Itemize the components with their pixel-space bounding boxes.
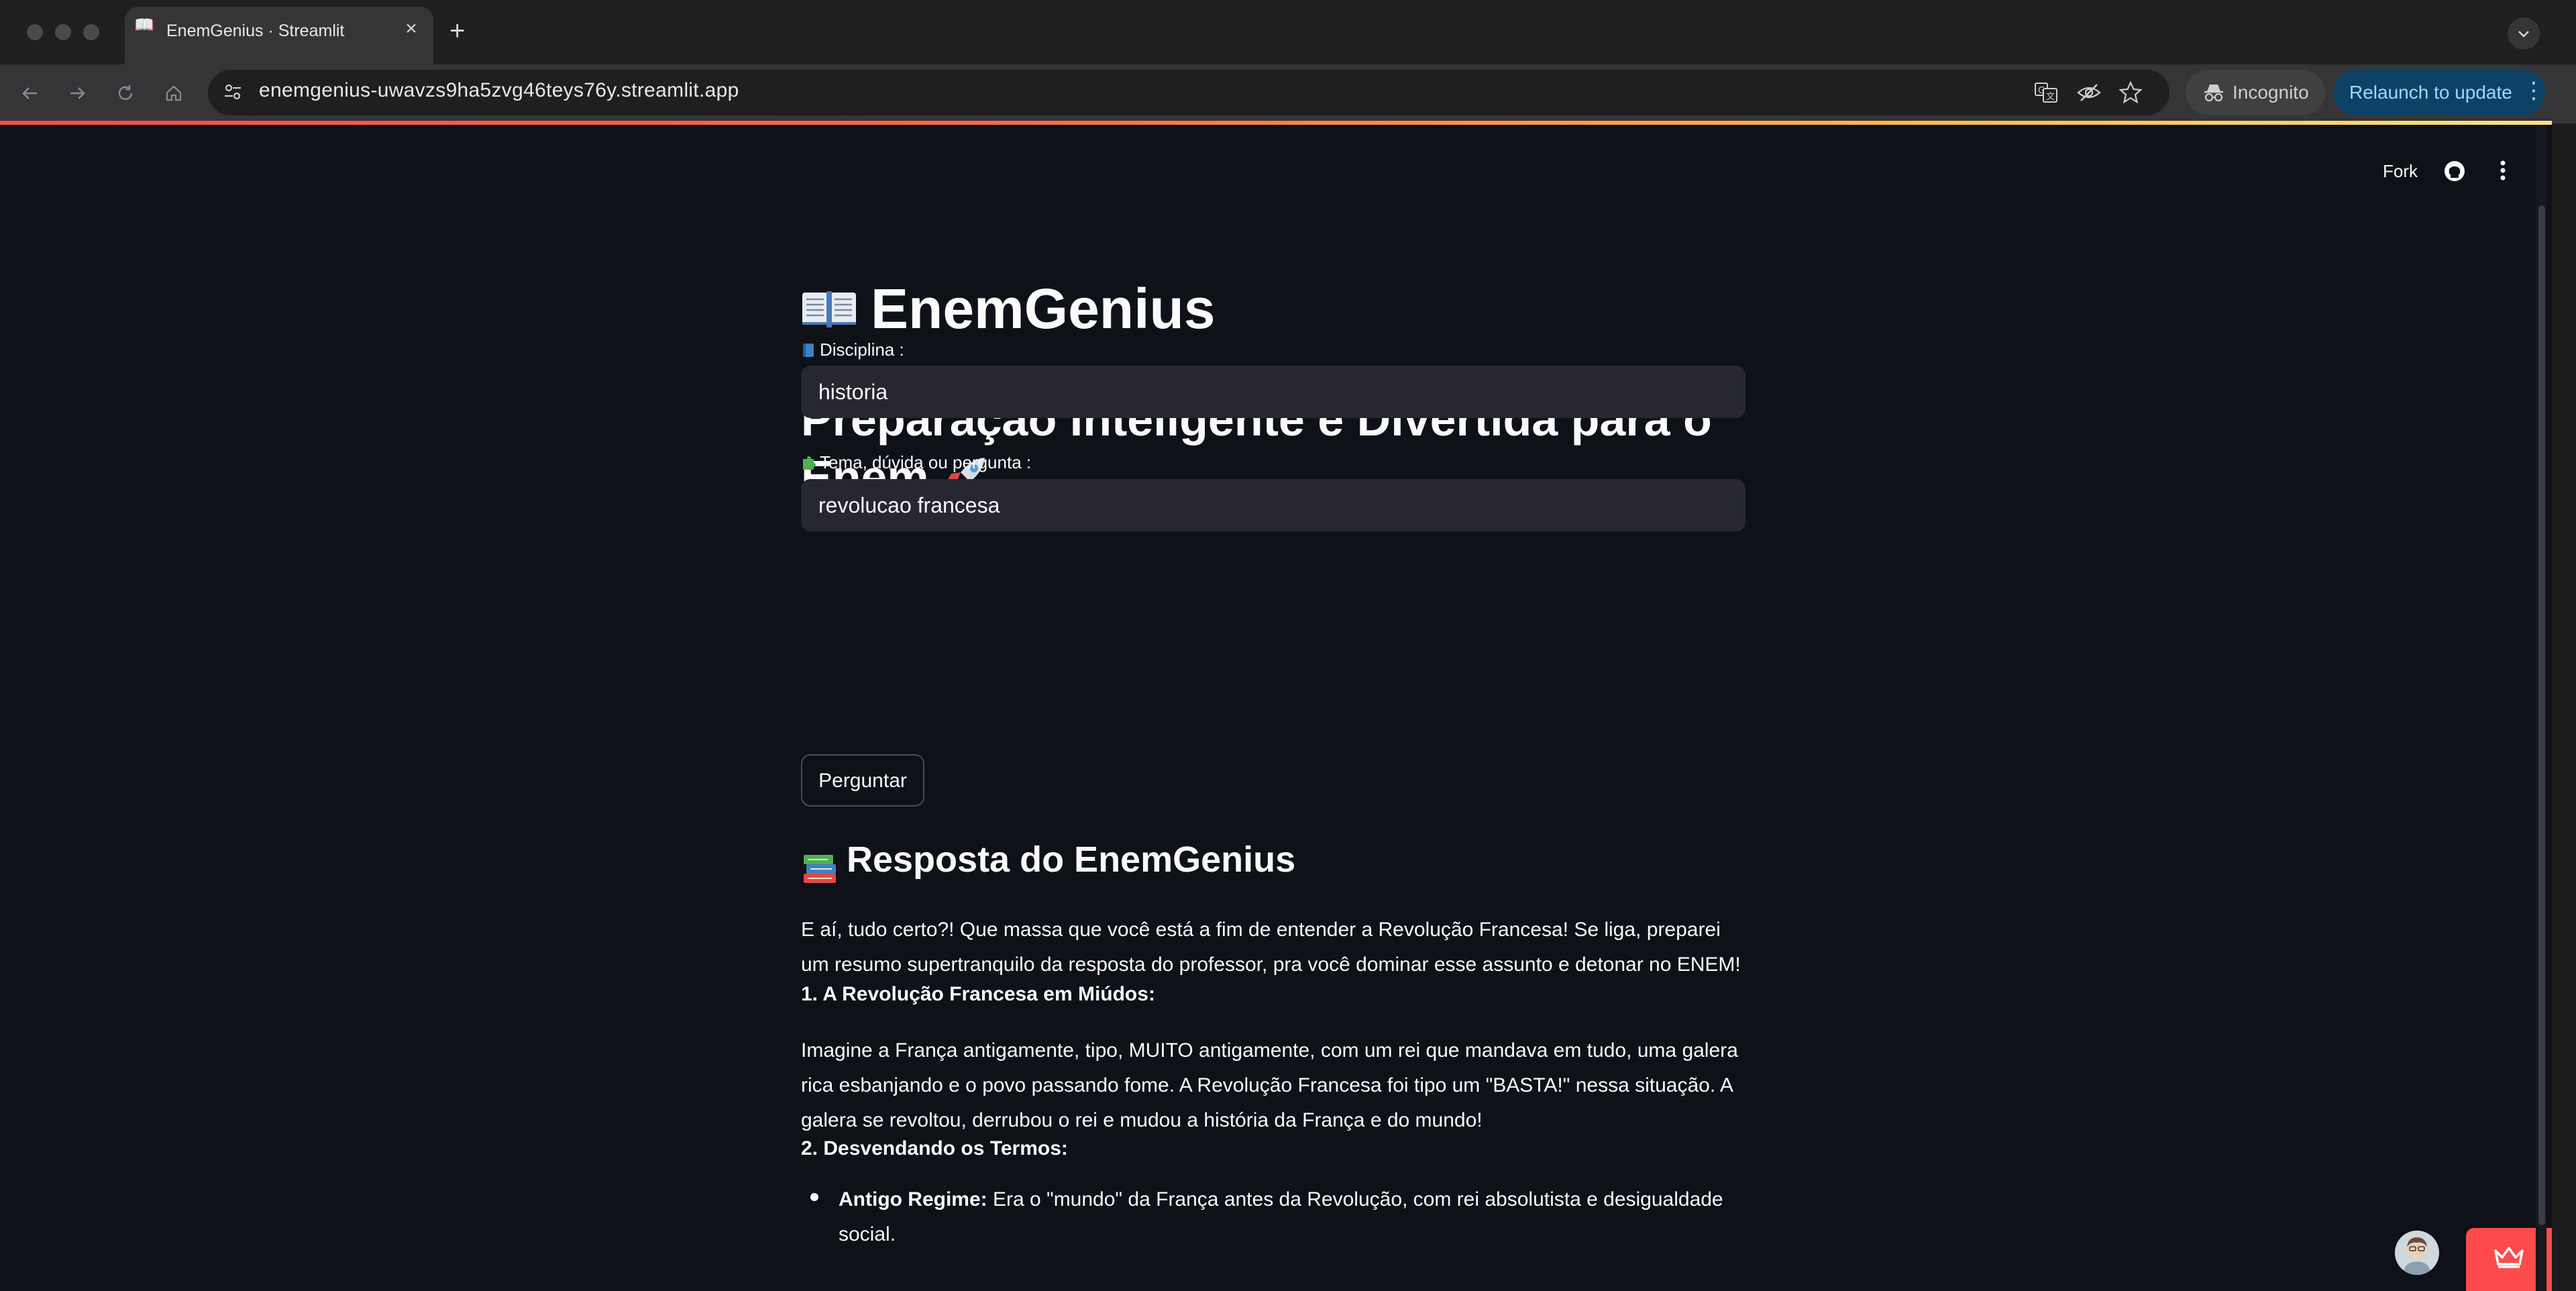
answer-heading-text: Resposta do EnemGenius (847, 839, 1296, 880)
url-text: enemgenius-uwavzs9ha5zvg46teys76y.stream… (259, 79, 739, 101)
back-button[interactable] (13, 76, 47, 110)
avatar[interactable] (2395, 1231, 2439, 1275)
puzzle-piece-icon (803, 456, 816, 470)
section-1-text: Imagine a França antigamente, tipo, MUIT… (801, 1039, 1738, 1131)
home-icon (166, 85, 182, 101)
minimize-window-button[interactable] (55, 24, 71, 40)
fork-button[interactable]: Fork (2383, 161, 2418, 182)
section-1-heading: 1. A Revolução Francesa em Miúdos: (801, 983, 1155, 1005)
translate-icon[interactable]: G 文 (2033, 79, 2059, 106)
topic-input[interactable] (801, 479, 1746, 531)
close-window-button[interactable] (27, 24, 43, 40)
github-icon[interactable] (2443, 160, 2466, 183)
book-favicon-icon: 📖 (134, 16, 154, 34)
bookmark-star-icon[interactable] (2117, 79, 2144, 106)
browser-tab-bar: 📖 EnemGenius · Streamlit × + (0, 0, 2576, 64)
main-menu-icon[interactable] (2493, 158, 2513, 183)
zoom-window-button[interactable] (83, 24, 99, 40)
tab-title: EnemGenius · Streamlit (166, 21, 345, 40)
bullet-dot (810, 1193, 818, 1201)
incognito-label: Incognito (2233, 82, 2309, 103)
address-bar[interactable]: enemgenius-uwavzs9ha5zvg46teys76y.stream… (208, 70, 2169, 115)
topic-label-row: Tema, dúvida ou pergunta : (801, 452, 1031, 473)
answer-intro: E aí, tudo certo?! Que massa que você es… (801, 919, 1741, 976)
relaunch-label: Relaunch to update (2349, 82, 2512, 103)
site-settings-icon[interactable] (223, 82, 243, 102)
arrow-left-icon (22, 87, 37, 99)
close-tab-icon[interactable]: × (401, 19, 421, 39)
svg-text:文: 文 (2046, 92, 2055, 102)
streamlit-app: Fork EnemGenius Preparação Inteligente e… (0, 125, 2552, 1291)
new-tab-button[interactable]: + (449, 17, 465, 44)
discipline-input[interactable] (801, 366, 1746, 418)
relaunch-to-update-button[interactable]: Relaunch to update ⋮ (2333, 70, 2545, 115)
bullet-term: Antigo Regime: (839, 1188, 987, 1210)
home-button[interactable] (157, 76, 191, 110)
stack-of-books-icon (804, 855, 836, 883)
scrollbar-thumb[interactable] (2538, 205, 2545, 1225)
arrow-right-icon (70, 87, 85, 99)
discipline-label: Disciplina : (820, 340, 904, 360)
open-book-icon (802, 291, 856, 327)
reload-icon (118, 85, 133, 100)
eye-off-icon[interactable] (2076, 79, 2102, 106)
user-avatar-icon (2395, 1231, 2439, 1275)
incognito-icon (2204, 85, 2223, 102)
page-title: EnemGenius (871, 277, 1216, 340)
reload-button[interactable] (109, 76, 142, 110)
incognito-indicator[interactable]: Incognito (2186, 70, 2325, 115)
browser-tab[interactable]: 📖 EnemGenius · Streamlit × (125, 7, 433, 64)
topic-label: Tema, dúvida ou pergunta : (820, 452, 1032, 472)
tab-search-button[interactable] (2508, 17, 2540, 50)
ask-button[interactable]: Perguntar (801, 754, 924, 807)
discipline-label-row: Disciplina : (801, 340, 904, 360)
chevron-down-icon (2518, 31, 2529, 38)
list-item: Antigo Regime: Era o "mundo" da França a… (839, 1182, 1746, 1252)
section-2-heading: 2. Desvendando os Termos: (801, 1137, 1068, 1159)
more-vert-icon[interactable]: ⋮ (2522, 79, 2545, 102)
crown-icon (2494, 1247, 2524, 1268)
blue-book-icon (803, 344, 814, 357)
forward-button[interactable] (60, 76, 94, 110)
